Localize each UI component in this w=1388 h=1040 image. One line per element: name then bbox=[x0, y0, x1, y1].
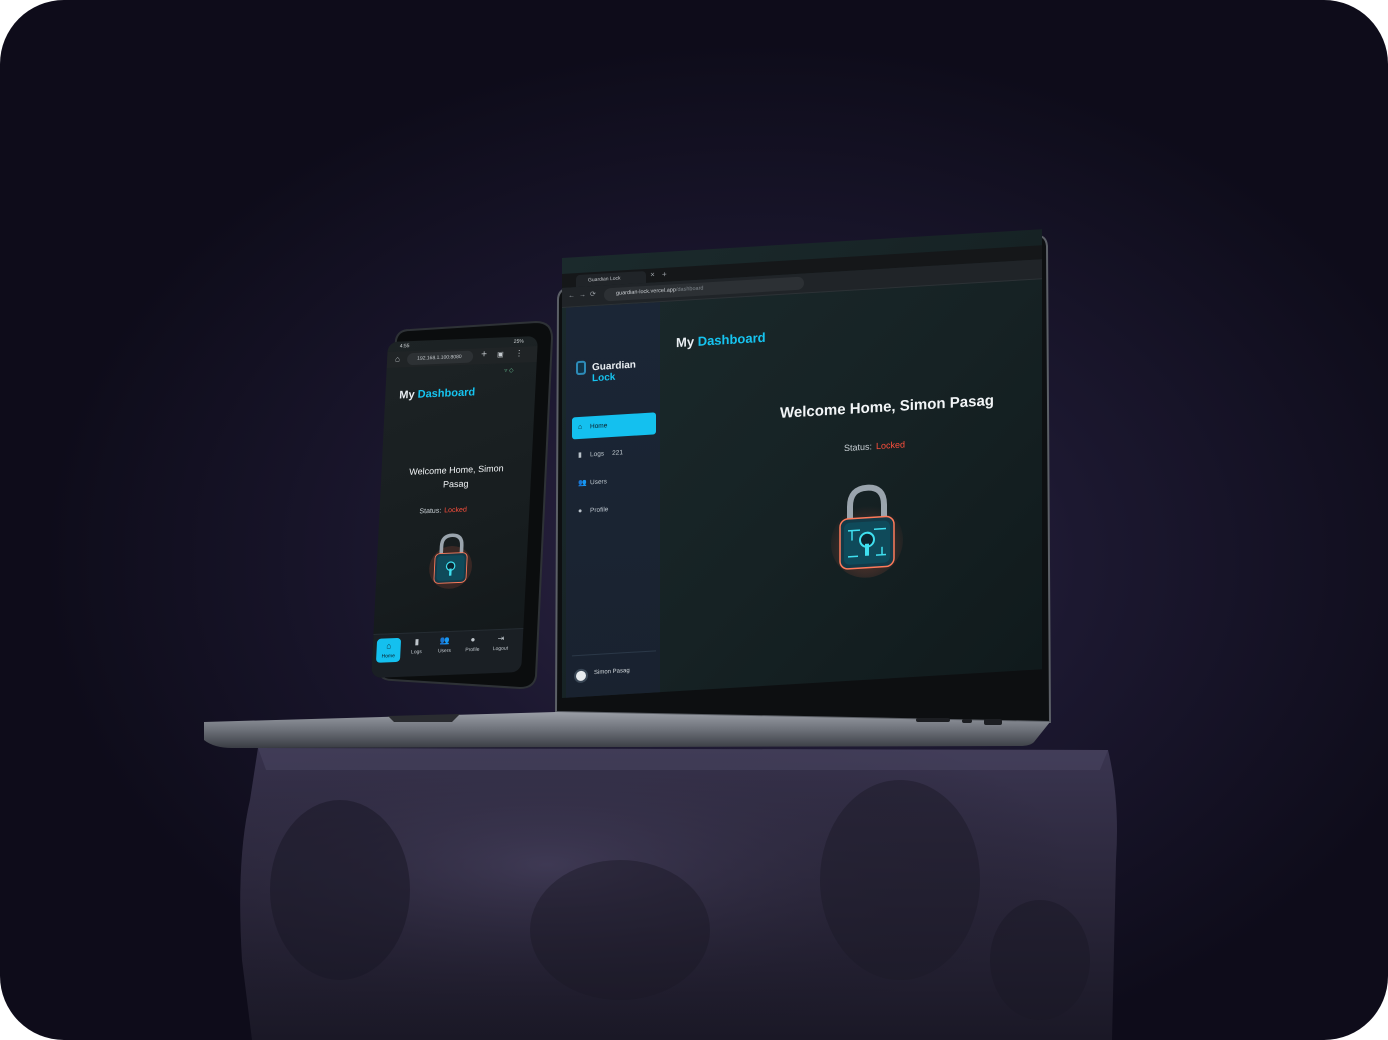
lock-status: Status: Locked bbox=[844, 439, 905, 453]
sidebar-item-home[interactable]: ⌂ Home bbox=[572, 412, 656, 440]
sidebar-item-profile[interactable]: ● Profile bbox=[572, 496, 656, 523]
phone-bottom-nav: ⌂ Home ▮ Logs 👥 Users ● Profile ⇥ Logout bbox=[371, 628, 524, 678]
title-prefix: My bbox=[399, 388, 415, 402]
page-title: My Dashboard bbox=[676, 330, 766, 350]
sidebar-item-label: Logs bbox=[590, 450, 605, 459]
bottom-nav-profile[interactable]: ● Profile bbox=[460, 635, 485, 654]
bottom-nav-label: Logout bbox=[492, 645, 509, 653]
phone-clock: 4:55 bbox=[399, 343, 410, 350]
home-icon: ⌂ bbox=[386, 641, 392, 651]
logout-icon: ⇥ bbox=[497, 633, 505, 644]
home-icon[interactable]: ⌂ bbox=[395, 354, 400, 363]
bottom-nav-label: Profile bbox=[465, 646, 480, 654]
sidebar-item-users[interactable]: 👥 Users bbox=[572, 468, 656, 495]
clipboard-icon: ▮ bbox=[414, 637, 420, 647]
avatar[interactable] bbox=[574, 668, 588, 684]
browser-nav-icons[interactable]: ←→⟳ bbox=[568, 290, 600, 300]
tabs-icon[interactable]: ▣ bbox=[497, 350, 504, 358]
brand-logo[interactable]: Guardian Lock bbox=[592, 358, 660, 385]
brand-accent: Lock bbox=[592, 371, 616, 385]
sidebar: Guardian Lock ⌂ Home ▮ Logs 221 👥 Users ●… bbox=[566, 302, 660, 698]
bottom-nav-label: Logs bbox=[410, 649, 422, 656]
welcome-message: Welcome Home, Simon Pasag bbox=[780, 392, 994, 422]
status-badge: Locked bbox=[876, 439, 906, 452]
padlock-icon[interactable] bbox=[830, 475, 904, 579]
bottom-nav-home[interactable]: ⌂ Home bbox=[375, 637, 402, 663]
bottom-nav-logs[interactable]: ▮ Logs bbox=[404, 637, 429, 656]
close-icon[interactable]: ✕ bbox=[650, 271, 655, 278]
sidebar-item-label: Profile bbox=[590, 506, 609, 515]
phone-battery: 25% bbox=[513, 338, 524, 345]
mockup-stage: Guardian Lock ✕ + ←→⟳ guardian-lock.verc… bbox=[0, 0, 1388, 1040]
sidebar-item-label: Home bbox=[590, 422, 608, 431]
user-icon: ● bbox=[578, 507, 583, 516]
sidebar-divider bbox=[572, 650, 656, 657]
sidebar-user-name: Simon Pasag bbox=[594, 667, 630, 677]
plus-icon[interactable]: + bbox=[481, 349, 487, 360]
phone-address-bar: ⌂ 192.168.1.100:8080 + ▣ ⋮ bbox=[386, 346, 538, 368]
title-prefix: My bbox=[676, 334, 695, 351]
clipboard-icon: ▮ bbox=[578, 451, 582, 460]
bottom-nav-users[interactable]: 👥 Users bbox=[432, 636, 457, 655]
sidebar-item-logs[interactable]: ▮ Logs 221 bbox=[572, 440, 656, 467]
phone-welcome-message: Welcome Home, Simon Pasag bbox=[409, 463, 504, 490]
title-accent: Dashboard bbox=[417, 386, 476, 401]
url-path: /dashboard bbox=[675, 285, 704, 294]
home-icon: ⌂ bbox=[578, 423, 583, 432]
users-icon: 👥 bbox=[578, 479, 587, 488]
sidebar-item-label: Users bbox=[590, 478, 607, 487]
bottom-nav-label: Home bbox=[381, 653, 396, 660]
phone-page-title: My Dashboard bbox=[399, 386, 475, 401]
users-icon: 👥 bbox=[439, 635, 451, 646]
bottom-nav-logout[interactable]: ⇥ Logout bbox=[488, 633, 513, 652]
phone-screen: 4:55 25% ⌂ 192.168.1.100:8080 + ▣ ⋮ ▿ ◇ … bbox=[371, 336, 538, 678]
more-icon[interactable]: ⋮ bbox=[515, 349, 523, 358]
title-accent: Dashboard bbox=[697, 329, 766, 349]
laptop-screen: Guardian Lock ✕ + ←→⟳ guardian-lock.verc… bbox=[562, 229, 1042, 698]
status-label: Status: bbox=[419, 507, 442, 516]
url-host: guardian-lock.vercel.app bbox=[616, 287, 676, 297]
user-icon: ● bbox=[470, 634, 476, 645]
extension-icons[interactable]: ▿ ◇ bbox=[504, 367, 514, 374]
status-label: Status: bbox=[844, 441, 873, 454]
lock-logo-icon bbox=[576, 360, 586, 376]
bottom-nav-label: Users bbox=[437, 647, 452, 655]
phone-lock-status: Status: Locked bbox=[419, 507, 467, 516]
status-badge: Locked bbox=[444, 506, 467, 515]
plus-icon[interactable]: + bbox=[662, 270, 667, 279]
logs-count-badge: 221 bbox=[612, 449, 623, 457]
padlock-icon[interactable] bbox=[428, 528, 475, 590]
phone-url-input[interactable]: 192.168.1.100:8080 bbox=[406, 350, 474, 366]
